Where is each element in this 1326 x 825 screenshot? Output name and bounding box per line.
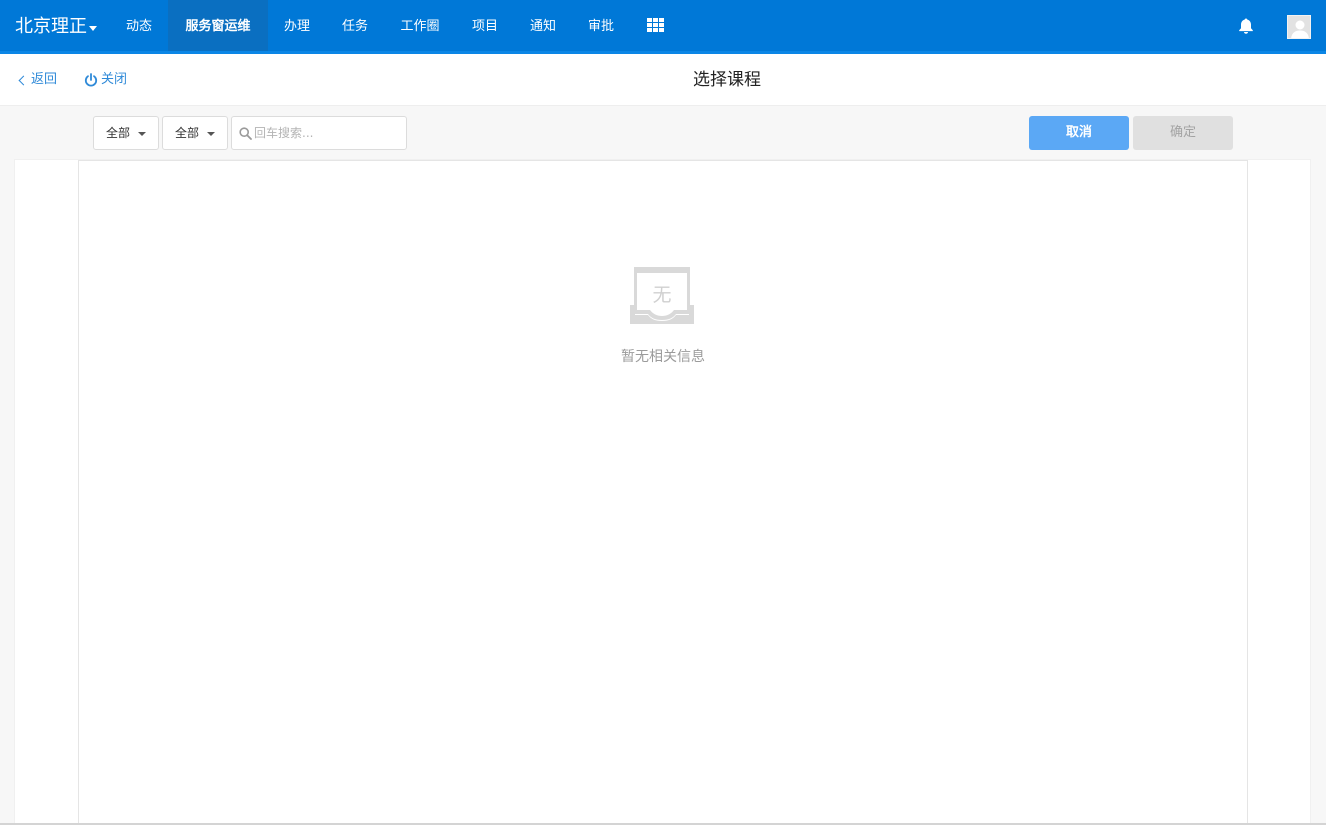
sub-header: 返回 关闭 选择课程 [0, 54, 1326, 106]
filter-dropdown-2[interactable]: 全部 [162, 116, 228, 150]
filter-dropdown-1[interactable]: 全部 [93, 116, 159, 150]
user-avatar-icon [1288, 16, 1310, 38]
empty-state-message: 暂无相关信息 [621, 349, 705, 365]
user-avatar[interactable] [1287, 15, 1311, 39]
nav-item-work-circle[interactable]: 工作圈 [385, 0, 455, 51]
brand-menu[interactable]: 北京理正 [15, 15, 97, 39]
course-list-panel [78, 160, 1248, 825]
bell-icon[interactable] [1237, 17, 1255, 35]
search-box [231, 116, 407, 150]
empty-inbox-icon: 无 [630, 267, 694, 324]
nav-item-tasks[interactable]: 任务 [327, 0, 383, 51]
filter-2-value: 全部 [175, 126, 200, 140]
nav-item-handle[interactable]: 办理 [269, 0, 325, 51]
page-title: 选择课程 [693, 70, 761, 90]
search-icon [239, 127, 252, 140]
nav-item-projects[interactable]: 项目 [457, 0, 513, 51]
search-input[interactable] [254, 117, 404, 149]
apps-grid-icon[interactable] [647, 18, 665, 33]
nav-item-approval[interactable]: 审批 [573, 0, 629, 51]
empty-icon-glyph: 无 [652, 284, 671, 306]
cancel-button[interactable]: 取消 [1029, 116, 1129, 150]
caret-down-icon [207, 132, 215, 136]
nav-item-notifications[interactable]: 通知 [515, 0, 571, 51]
nav-item-dynamics[interactable]: 动态 [111, 0, 167, 51]
top-navigation-bar: 北京理正 动态 服务窗运维 办理 任务 工作圈 项目 通知 审批 [0, 0, 1326, 54]
caret-down-icon [89, 26, 97, 31]
nav-item-service-window-ops[interactable]: 服务窗运维 [168, 0, 268, 51]
filter-1-value: 全部 [106, 126, 131, 140]
brand-name: 北京理正 [15, 16, 87, 37]
caret-down-icon [138, 132, 146, 136]
confirm-button[interactable]: 确定 [1133, 116, 1233, 150]
